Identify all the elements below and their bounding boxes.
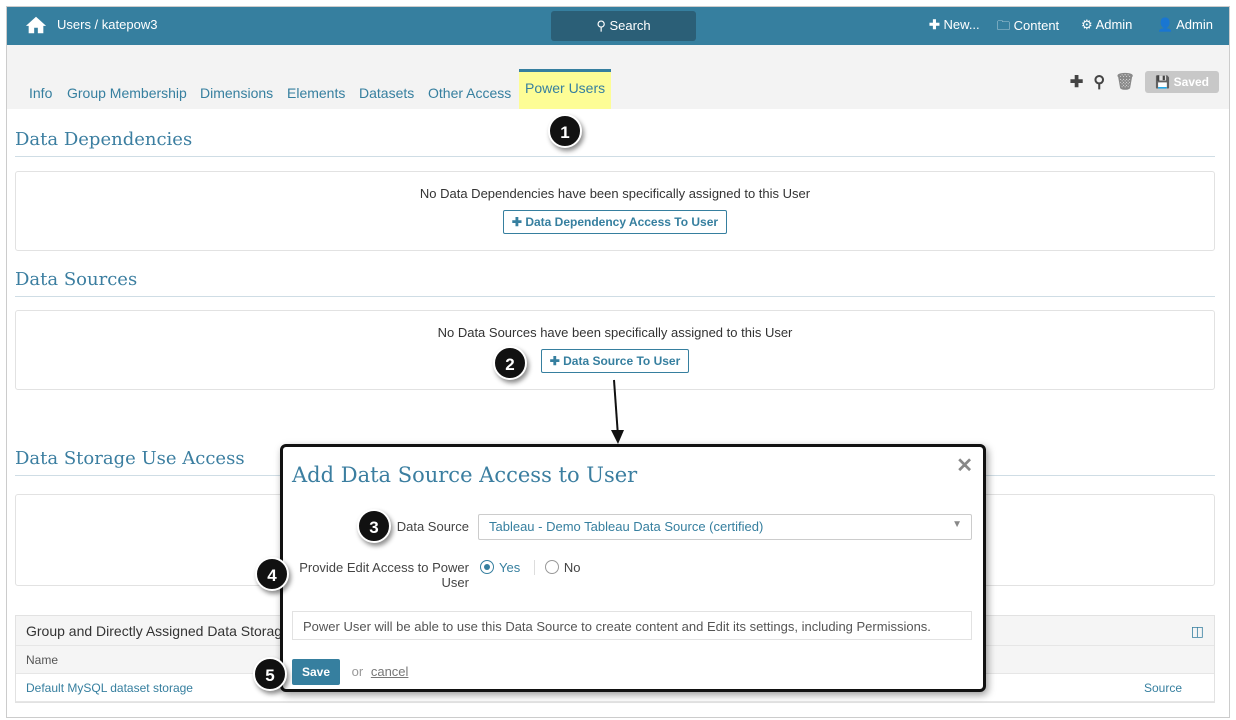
data-source-select[interactable]: Tableau - Demo Tableau Data Source (cert… <box>478 514 972 540</box>
tab-group-membership[interactable]: Group Membership <box>67 85 187 101</box>
callout-2: 2 <box>493 346 527 380</box>
or-text: or <box>351 664 364 679</box>
tab-info[interactable]: Info <box>29 85 52 101</box>
radio-unchecked-icon <box>544 560 559 574</box>
new-label: New... <box>943 17 980 32</box>
data-dependencies-panel: No Data Dependencies have been specifica… <box>15 171 1215 251</box>
admin-menu[interactable]: ⚙ Admin <box>1081 17 1132 33</box>
top-bar: Users / katepow3 ⚲ Search ✚ New... 🗀 Con… <box>7 7 1229 45</box>
yes-label: Yes <box>499 560 521 575</box>
tab-power-users[interactable]: Power Users <box>519 69 612 109</box>
button-label: Data Dependency Access To User <box>525 215 719 229</box>
radio-no[interactable]: No <box>544 560 581 575</box>
user-label: Admin <box>1176 17 1213 32</box>
home-icon[interactable] <box>25 14 47 36</box>
user-icon: 👤 <box>1157 17 1174 32</box>
dialog-actions: Save or cancel <box>292 659 408 685</box>
source-cell: Source <box>1144 681 1183 695</box>
radio-yes[interactable]: Yes <box>480 560 520 575</box>
tab-other-access[interactable]: Other Access <box>428 85 511 101</box>
callout-5: 5 <box>253 657 287 691</box>
callout-3: 3 <box>357 509 391 543</box>
edit-access-radio-group: Yes No <box>480 560 580 575</box>
search-button[interactable]: ⚲ Search <box>551 11 696 41</box>
close-icon[interactable]: ✕ <box>956 453 973 478</box>
callout-4: 4 <box>255 557 289 591</box>
tab-dimensions[interactable]: Dimensions <box>200 85 273 101</box>
radio-checked-icon <box>480 560 494 574</box>
section-title-data-dependencies: Data Dependencies <box>15 129 1215 157</box>
dialog-title: Add Data Source Access to User <box>292 463 638 487</box>
tab-bar: Info Group Membership Dimensions Element… <box>7 45 1229 109</box>
caption-text: Group and Directly Assigned Data Storage <box>26 623 290 639</box>
plus-icon[interactable]: ✚ <box>1070 72 1083 92</box>
column-name[interactable]: Name <box>26 653 58 667</box>
content-label: Content <box>1013 18 1060 33</box>
tab-elements[interactable]: Elements <box>287 85 345 101</box>
content-menu[interactable]: 🗀 Content <box>997 17 1059 39</box>
add-data-source-button[interactable]: ✚ Data Source To User <box>540 349 690 373</box>
search-label: Search <box>609 18 651 33</box>
search-icon[interactable]: ⚲ <box>1093 72 1105 92</box>
save-button[interactable]: Save <box>292 659 341 685</box>
select-value: Tableau - Demo Tableau Data Source (cert… <box>489 519 764 534</box>
admin-label: Admin <box>1095 17 1133 32</box>
gear-icon: ⚙ <box>1081 17 1093 32</box>
arrow-annotation <box>611 379 624 444</box>
storage-link[interactable]: Default MySQL dataset storage <box>26 681 193 695</box>
saved-button[interactable]: 💾 Saved <box>1145 71 1219 93</box>
edit-access-label: Provide Edit Access to Power User <box>299 560 469 590</box>
add-data-source-dialog: Add Data Source Access to User ✕ Data So… <box>280 444 986 692</box>
callout-1: 1 <box>548 114 582 148</box>
section-title-data-sources: Data Sources <box>15 269 1215 297</box>
info-message: Power User will be able to use this Data… <box>292 611 972 640</box>
add-data-dependency-button[interactable]: ✚ Data Dependency Access To User <box>502 210 728 234</box>
columns-icon[interactable]: ◫ <box>1191 616 1204 646</box>
toolbar: ✚ ⚲ 🗑 💾 Saved <box>1070 71 1219 93</box>
empty-message: No Data Sources have been specifically a… <box>437 325 793 340</box>
floppy-icon: 💾 <box>1155 75 1171 89</box>
tab-datasets[interactable]: Datasets <box>359 85 414 101</box>
breadcrumb[interactable]: Users / katepow3 <box>57 17 157 32</box>
no-label: No <box>563 560 581 575</box>
trash-icon[interactable]: 🗑 <box>1115 72 1135 92</box>
new-menu[interactable]: ✚ New... <box>929 17 980 33</box>
user-menu[interactable]: 👤 Admin <box>1157 17 1213 33</box>
chevron-down-icon: ▼ <box>952 519 962 530</box>
cancel-link[interactable]: cancel <box>371 664 409 679</box>
folder-icon: 🗀 <box>997 18 1011 33</box>
saved-label: Saved <box>1173 75 1209 89</box>
empty-message: No Data Dependencies have been specifica… <box>419 186 811 201</box>
search-icon: ⚲ <box>596 18 610 33</box>
button-label: Data Source To User <box>563 354 681 368</box>
